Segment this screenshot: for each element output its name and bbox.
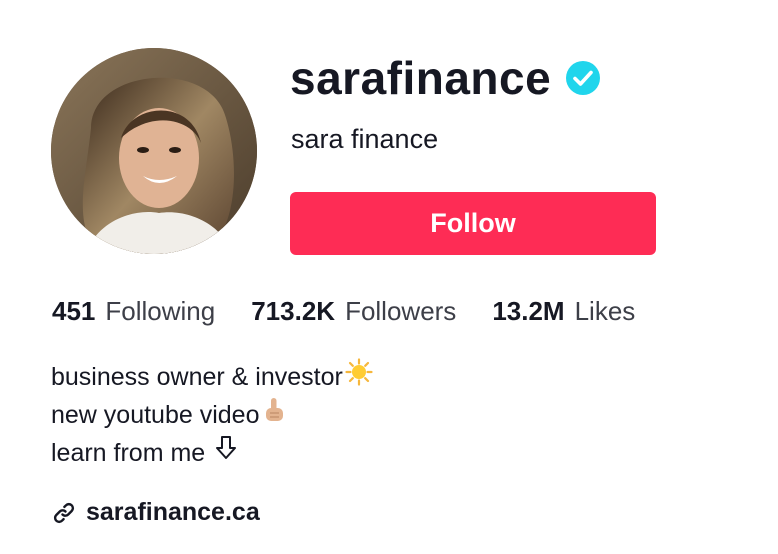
stat-label: Likes: [574, 296, 636, 326]
stat-followers[interactable]: 713.2K Followers: [251, 296, 456, 327]
down-arrow-icon: [215, 434, 237, 472]
follow-button[interactable]: Follow: [290, 192, 656, 255]
pointing-up-emoji-icon: [261, 396, 287, 435]
link-icon: [52, 501, 76, 525]
stat-label: Followers: [345, 296, 457, 326]
stat-value: 713.2K: [251, 296, 336, 326]
avatar[interactable]: [51, 48, 257, 254]
username-row: sarafinance: [290, 46, 601, 110]
link-text[interactable]: sarafinance.ca: [86, 498, 260, 527]
bio-line: business owner & investor: [51, 357, 373, 397]
username: sarafinance: [290, 52, 552, 104]
bio: business owner & investor new youtube vi…: [51, 357, 373, 472]
stat-likes: 13.2M Likes: [492, 296, 635, 327]
stat-following[interactable]: 451 Following: [52, 296, 215, 327]
verified-badge-icon: [565, 60, 601, 96]
bio-text: learn from me: [51, 439, 206, 467]
bio-line: new youtube video: [51, 396, 373, 434]
avatar-photo: [51, 48, 257, 254]
sun-emoji-icon: [345, 357, 373, 397]
bio-text: new youtube video: [51, 401, 260, 429]
stat-value: 451: [52, 296, 96, 326]
profile-link[interactable]: sarafinance.ca: [52, 498, 260, 527]
bio-line: learn from me: [51, 434, 373, 472]
profile-stats: 451 Following 713.2K Followers 13.2M Lik…: [52, 296, 635, 327]
display-name: sara finance: [291, 124, 439, 154]
stat-value: 13.2M: [492, 296, 565, 326]
stat-label: Following: [105, 296, 216, 326]
bio-text: business owner & investor: [51, 363, 343, 391]
